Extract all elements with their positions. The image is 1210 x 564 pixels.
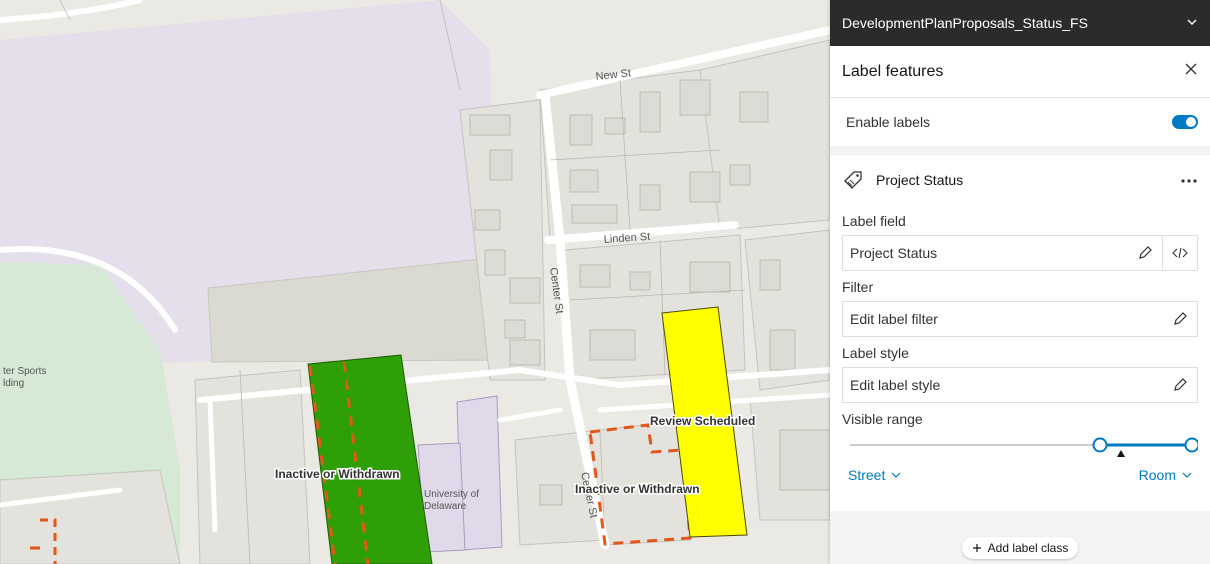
chevron-down-icon (891, 472, 901, 478)
place-label-university-1: University of (424, 489, 479, 500)
enable-labels-row: Enable labels (830, 98, 1210, 146)
label-field-title: Label field (842, 213, 906, 229)
label-field-box[interactable]: Project Status (842, 235, 1198, 271)
visible-range-labels: Street Room (842, 467, 1198, 483)
edit-pencil-icon[interactable] (1163, 302, 1197, 336)
plus-icon (972, 544, 981, 552)
place-label-university-2: Delaware (424, 501, 467, 512)
add-label-class-label: Add label class (987, 541, 1069, 555)
current-scale-marker (1117, 450, 1125, 457)
map-view[interactable]: New St Linden St Center St Center St ter… (0, 0, 830, 564)
label-tag-icon (842, 168, 864, 193)
label-style-title: Label style (842, 345, 909, 361)
layer-name: DevelopmentPlanProposals_Status_FS (842, 15, 1088, 31)
layer-selector[interactable]: DevelopmentPlanProposals_Status_FS (830, 0, 1210, 46)
chevron-down-icon (1182, 472, 1192, 478)
panel-title: Label features (842, 62, 944, 80)
panel-title-bar: Label features (830, 46, 1210, 98)
range-max-dropdown[interactable]: Room (1139, 467, 1192, 483)
basemap: New St Linden St Center St Center St ter… (0, 0, 830, 564)
add-label-class-button[interactable]: Add label class (961, 537, 1079, 559)
filter-value: Edit label filter (850, 311, 938, 327)
label-class-header: Project Status (842, 155, 1198, 205)
label-features-panel: DevelopmentPlanProposals_Status_FS Label… (830, 0, 1210, 564)
range-min-label: Street (848, 467, 886, 483)
filter-box[interactable]: Edit label filter (842, 301, 1198, 337)
range-min-handle[interactable] (1092, 437, 1108, 453)
feature-label-inactive-right: Inactive or Withdrawn (575, 482, 700, 496)
close-icon[interactable] (1184, 62, 1198, 81)
visible-range-title: Visible range (842, 411, 923, 427)
label-class-name: Project Status (876, 172, 964, 188)
feature-label-review: Review Scheduled (650, 414, 755, 428)
visible-range-slider[interactable] (842, 433, 1200, 463)
enable-labels-label: Enable labels (846, 114, 931, 130)
range-min-dropdown[interactable]: Street (848, 467, 901, 483)
range-max-label: Room (1138, 467, 1176, 483)
place-label-sports-1: ter Sports (3, 366, 46, 377)
edit-pencil-icon[interactable] (1163, 368, 1197, 402)
feature-label-inactive-left: Inactive or Withdrawn (275, 467, 400, 481)
more-options-icon[interactable] (1180, 171, 1198, 189)
range-max-handle[interactable] (1184, 437, 1200, 453)
label-style-value: Edit label style (850, 377, 941, 393)
label-style-box[interactable]: Edit label style (842, 367, 1198, 403)
filter-title: Filter (842, 279, 874, 295)
place-label-sports-2: lding (3, 378, 24, 389)
label-class-card: Project Status Label field Project Statu… (830, 155, 1210, 511)
enable-labels-toggle[interactable] (1172, 115, 1198, 129)
chevron-down-icon[interactable] (1186, 15, 1198, 31)
panel-footer: Add label class (830, 512, 1210, 564)
edit-pencil-icon[interactable] (1128, 236, 1162, 270)
label-field-value: Project Status (850, 245, 938, 261)
expression-code-icon[interactable] (1162, 236, 1197, 270)
